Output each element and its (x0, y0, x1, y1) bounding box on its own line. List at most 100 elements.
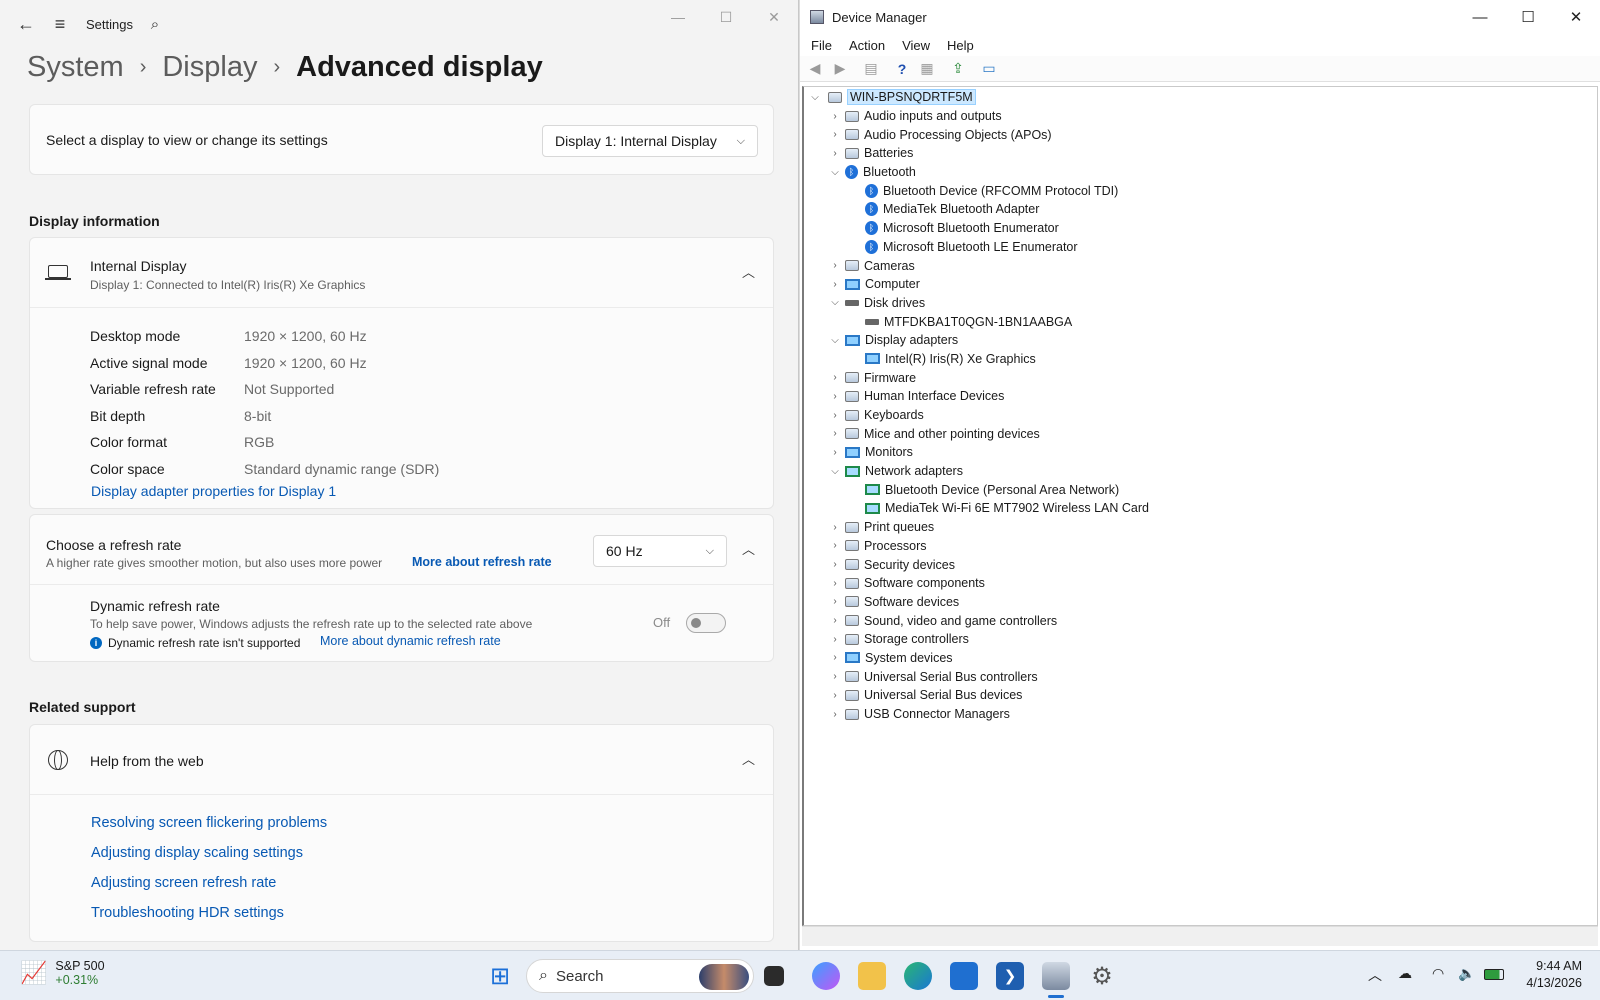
horizontal-scrollbar[interactable] (802, 926, 1598, 946)
help-link[interactable]: Adjusting display scaling settings (91, 845, 327, 875)
tree-category[interactable]: › Cameras (804, 256, 1597, 275)
chevron-right-icon[interactable]: › (828, 652, 842, 663)
tree-device[interactable]: MediaTek Wi-Fi 6E MT7902 Wireless LAN Ca… (804, 499, 1597, 518)
back-arrow-icon[interactable]: ◀ (804, 59, 826, 79)
tree-category[interactable]: › Processors (804, 537, 1597, 556)
start-icon[interactable]: ⊞ (486, 962, 514, 990)
chevron-right-icon[interactable]: › (828, 428, 842, 439)
chevron-right-icon[interactable]: › (828, 372, 842, 383)
tree-category[interactable]: › Monitors (804, 443, 1597, 462)
tree-category[interactable]: › Firmware (804, 368, 1597, 387)
copilot-icon[interactable] (812, 962, 840, 990)
more-about-dynamic-refresh-link[interactable]: More about dynamic refresh rate (320, 634, 501, 648)
chevron-right-icon[interactable]: › (828, 615, 842, 626)
update-driver-icon[interactable]: ⇪ (947, 59, 969, 79)
chevron-down-icon[interactable]: ⌵ (808, 92, 822, 103)
help-link[interactable]: Resolving screen flickering problems (91, 815, 327, 845)
chevron-right-icon[interactable]: › (828, 596, 842, 607)
tree-category[interactable]: › Print queues (804, 518, 1597, 537)
chevron-right-icon[interactable]: › (828, 447, 842, 458)
menu-view[interactable]: View (902, 38, 930, 53)
tree-category[interactable]: ⌵ Network adapters (804, 462, 1597, 481)
menu-help[interactable]: Help (947, 38, 974, 53)
close-icon[interactable]: ✕ (1552, 0, 1600, 34)
tree-category[interactable]: › Human Interface Devices (804, 387, 1597, 406)
scan-hardware-icon[interactable]: ▭ (978, 59, 1000, 79)
search-icon[interactable]: ⌕ (139, 8, 171, 40)
store-icon[interactable] (950, 962, 978, 990)
tree-category[interactable]: › Software components (804, 574, 1597, 593)
clock[interactable]: 9:44 AM 4/13/2026 (1518, 959, 1582, 990)
tree-category[interactable]: ⌵ ᛒ Bluetooth (804, 163, 1597, 182)
chevron-down-icon[interactable]: ⌵ (828, 297, 842, 308)
chevron-down-icon[interactable]: ⌵ (828, 167, 842, 178)
breadcrumb-display[interactable]: Display (162, 51, 257, 84)
chevron-down-icon[interactable]: ⌵ (828, 335, 842, 346)
chevron-right-icon[interactable]: › (828, 410, 842, 421)
tree-category[interactable]: › Software devices (804, 593, 1597, 612)
breadcrumb-system[interactable]: System (27, 51, 124, 84)
chevron-right-icon[interactable]: › (828, 709, 842, 720)
device-manager-taskbar-icon[interactable] (1042, 962, 1070, 990)
tree-device[interactable]: ᛒ Bluetooth Device (RFCOMM Protocol TDI) (804, 181, 1597, 200)
tree-category[interactable]: › Keyboards (804, 406, 1597, 425)
chevron-up-icon[interactable]: ︿ (742, 262, 755, 281)
chevron-down-icon[interactable]: ⌵ (828, 466, 842, 477)
show-hidden-icons-chevron-icon[interactable]: ︿ (1368, 965, 1382, 985)
tree-category[interactable]: › Storage controllers (804, 630, 1597, 649)
close-icon[interactable]: ✕ (750, 0, 798, 34)
menu-file[interactable]: File (811, 38, 832, 53)
more-about-refresh-rate-link[interactable]: More about refresh rate (412, 555, 552, 569)
chevron-right-icon[interactable]: › (828, 578, 842, 589)
chevron-right-icon[interactable]: › (828, 148, 842, 159)
tree-category[interactable]: › Audio Processing Objects (APOs) (804, 125, 1597, 144)
tree-device[interactable]: Intel(R) Iris(R) Xe Graphics (804, 350, 1597, 369)
maximize-icon[interactable]: ☐ (1504, 0, 1552, 34)
tree-category[interactable]: › Universal Serial Bus controllers (804, 667, 1597, 686)
chevron-right-icon[interactable]: › (828, 260, 842, 271)
maximize-icon[interactable]: ☐ (702, 0, 750, 34)
tree-device[interactable]: Bluetooth Device (Personal Area Network) (804, 480, 1597, 499)
chevron-right-icon[interactable]: › (828, 111, 842, 122)
volume-icon[interactable]: 🔈 (1458, 965, 1475, 982)
battery-icon[interactable] (1484, 969, 1504, 980)
show-hide-console-tree-icon[interactable]: ▤ (860, 59, 882, 79)
chevron-right-icon[interactable]: › (828, 391, 842, 402)
display-info-header[interactable]: Internal Display Display 1: Connected to… (30, 238, 773, 308)
help-icon[interactable]: ? (891, 59, 913, 79)
refresh-rate-dropdown[interactable]: 60 Hz ⌵ (593, 535, 727, 567)
help-link[interactable]: Troubleshooting HDR settings (91, 905, 327, 935)
hamburger-menu-icon[interactable]: ≡ (44, 8, 76, 40)
chevron-up-icon[interactable]: ︿ (742, 539, 755, 558)
onedrive-offline-icon[interactable]: ☁ (1398, 965, 1412, 982)
help-from-web-header[interactable]: Help from the web ︿ (30, 725, 773, 795)
menu-action[interactable]: Action (849, 38, 885, 53)
tree-category[interactable]: ⌵ Display adapters (804, 331, 1597, 350)
minimize-icon[interactable]: — (1456, 0, 1504, 34)
tree-device[interactable]: MTFDKBA1T0QGN-1BN1AABGA (804, 312, 1597, 331)
chevron-right-icon[interactable]: › (828, 634, 842, 645)
tree-category[interactable]: › Mice and other pointing devices (804, 424, 1597, 443)
tree-category[interactable]: › Batteries (804, 144, 1597, 163)
power-automate-icon[interactable]: ❯ (996, 962, 1024, 990)
chevron-up-icon[interactable]: ︿ (742, 749, 755, 768)
tree-category[interactable]: ⌵ Disk drives (804, 294, 1597, 313)
tree-category[interactable]: › Audio inputs and outputs (804, 107, 1597, 126)
tree-category[interactable]: › USB Connector Managers (804, 705, 1597, 724)
back-arrow-icon[interactable]: ← (10, 8, 42, 40)
tree-category[interactable]: › Sound, video and game controllers (804, 611, 1597, 630)
tree-device[interactable]: ᛒ Microsoft Bluetooth Enumerator (804, 219, 1597, 238)
chevron-right-icon[interactable]: › (828, 690, 842, 701)
file-explorer-icon[interactable] (858, 962, 886, 990)
chevron-right-icon[interactable]: › (828, 671, 842, 682)
forward-arrow-icon[interactable]: ▶ (829, 59, 851, 79)
help-link[interactable]: Adjusting screen refresh rate (91, 875, 327, 905)
display-select-dropdown[interactable]: Display 1: Internal Display ⌵ (542, 125, 758, 157)
wifi-icon[interactable]: ◠ (1432, 965, 1444, 982)
tree-category[interactable]: › Universal Serial Bus devices (804, 686, 1597, 705)
tree-root[interactable]: ⌵ WIN-BPSNQDRTF5M (804, 88, 1597, 107)
stock-widget[interactable]: 📈 S&P 500 +0.31% (20, 959, 105, 987)
chevron-right-icon[interactable]: › (828, 540, 842, 551)
display-adapter-properties-link[interactable]: Display adapter properties for Display 1 (91, 483, 336, 499)
minimize-icon[interactable]: — (654, 0, 702, 34)
